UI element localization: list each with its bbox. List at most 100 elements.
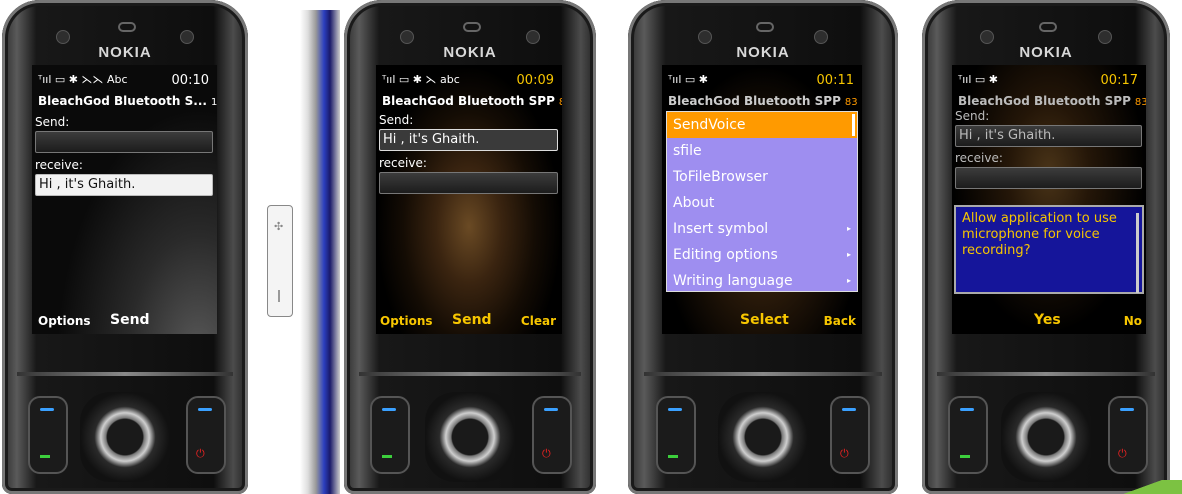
speaker-grille: [118, 22, 136, 32]
power-icon: ⏻: [196, 447, 205, 460]
side-edge-strip: [300, 10, 340, 494]
app-title: BleachGod Bluetooth SPP83: [382, 94, 562, 108]
app-title: BleachGod Bluetooth S...100: [38, 94, 217, 108]
side-view-key: ✣: [267, 205, 293, 317]
side-key-slot: [278, 290, 280, 302]
front-camera-icon: [980, 30, 994, 44]
submenu-arrow-icon: ▸: [846, 250, 851, 259]
end-key-led: [842, 408, 856, 411]
clock: 00:10: [171, 73, 209, 88]
menu-item-about[interactable]: About: [667, 190, 857, 216]
send-input[interactable]: Hi , it's Ghaith.: [379, 129, 558, 151]
call-key[interactable]: [370, 396, 410, 474]
keypad: ⏻: [922, 384, 1170, 484]
submenu-arrow-icon: ▸: [846, 276, 851, 285]
power-icon: ⏻: [1118, 447, 1127, 460]
dialog-scrollbar[interactable]: [1136, 213, 1139, 293]
keypad: ⏻: [2, 384, 248, 484]
navigation-key[interactable]: [80, 392, 170, 482]
power-icon: ⏻: [542, 447, 551, 460]
phone-4: NOKIA ᵀııl ▭ ✱ 00:17 BleachGod Bluetooth…: [922, 0, 1170, 494]
receive-label: receive:: [379, 156, 427, 170]
navigation-key[interactable]: [718, 392, 808, 482]
softkey-options[interactable]: Options: [380, 314, 433, 328]
speaker-grille: [756, 22, 774, 32]
call-icon: [40, 455, 50, 458]
status-icons: ᵀııl ▭ ✱: [668, 73, 709, 86]
menu-item-label: ToFileBrowser: [673, 169, 768, 185]
status-icons: ᵀııl ▭ ✱ ⋋ abc: [382, 73, 460, 86]
app-title-text: BleachGod Bluetooth SPP: [958, 94, 1131, 108]
end-key[interactable]: ⏻: [186, 396, 226, 474]
menu-item-tofilebrowser[interactable]: ToFileBrowser: [667, 164, 857, 190]
end-key[interactable]: ⏻: [830, 396, 870, 474]
front-camera-icon: [400, 30, 414, 44]
send-label: Send:: [379, 113, 414, 127]
menu-item-label: Editing options: [673, 247, 778, 263]
light-sensor-icon: [814, 30, 828, 44]
softkey-options[interactable]: Options: [38, 314, 91, 328]
end-key[interactable]: ⏻: [532, 396, 572, 474]
send-label: Send:: [955, 109, 990, 123]
menu-item-label: About: [673, 195, 715, 211]
send-input[interactable]: Hi , it's Ghaith.: [955, 125, 1142, 147]
receive-field[interactable]: [379, 172, 558, 194]
app-title: BleachGod Bluetooth SPP83: [958, 94, 1146, 108]
side-key-icon: ✣: [274, 220, 284, 233]
options-menu: SendVoice sfile ToFileBrowser About Inse…: [666, 111, 858, 292]
screen: ᵀııl ▭ ✱ 00:11 BleachGod Bluetooth SPP 83…: [662, 65, 862, 334]
call-key-led: [668, 408, 682, 411]
permission-dialog: Allow application to use microphone for …: [954, 205, 1144, 294]
status-bar: ᵀııl ▭ ✱ ⋋⋋ Abc 00:10: [32, 73, 217, 89]
status-bar: ᵀııl ▭ ✱ 00:17: [952, 73, 1146, 89]
softkey-select[interactable]: Select: [740, 312, 789, 328]
call-key[interactable]: [948, 396, 988, 474]
clock: 00:17: [1100, 73, 1138, 88]
menu-item-sendvoice[interactable]: SendVoice: [667, 112, 857, 138]
screen: ᵀııl ▭ ✱ ⋋ abc 00:09 BleachGod Bluetooth…: [376, 65, 562, 334]
phone-1: NOKIA ᵀııl ▭ ✱ ⋋⋋ Abc 00:10 BleachGod Bl…: [2, 0, 248, 494]
char-counter: 100: [210, 97, 217, 108]
end-key-led: [198, 408, 212, 411]
brand-logo: NOKIA: [736, 44, 790, 61]
send-label: Send:: [35, 115, 70, 129]
end-key[interactable]: ⏻: [1108, 396, 1148, 474]
receive-field[interactable]: [955, 167, 1142, 189]
submenu-arrow-icon: ▸: [846, 224, 851, 233]
char-counter: 83: [844, 97, 858, 108]
screen: ᵀııl ▭ ✱ 00:17 BleachGod Bluetooth SPP 83…: [952, 65, 1146, 334]
softkey-send[interactable]: Send: [110, 312, 150, 328]
status-icons: ᵀııl ▭ ✱: [958, 73, 999, 86]
menu-item-writing-language[interactable]: Writing language ▸: [667, 268, 857, 294]
navigation-key[interactable]: [425, 392, 515, 482]
app-title: BleachGod Bluetooth SPP83: [668, 94, 858, 108]
status-bar: ᵀııl ▭ ✱ ⋋ abc 00:09: [376, 73, 562, 89]
call-key-led: [960, 408, 974, 411]
navigation-key[interactable]: [1001, 392, 1091, 482]
menu-item-label: Writing language: [673, 273, 793, 289]
softkey-no[interactable]: No: [1124, 314, 1142, 328]
receive-field[interactable]: Hi , it's Ghaith.: [35, 174, 213, 196]
phone-3: NOKIA ᵀııl ▭ ✱ 00:11 BleachGod Bluetooth…: [628, 0, 898, 494]
menu-item-editing-options[interactable]: Editing options ▸: [667, 242, 857, 268]
send-input[interactable]: [35, 131, 213, 153]
speaker-grille: [1039, 22, 1057, 32]
front-camera-icon: [698, 30, 712, 44]
app-title-text: BleachGod Bluetooth SPP: [668, 94, 841, 108]
softkey-send[interactable]: Send: [452, 312, 492, 328]
app-title-text: BleachGod Bluetooth S...: [38, 94, 207, 108]
receive-label: receive:: [955, 151, 1003, 165]
softkey-back[interactable]: Back: [824, 314, 856, 328]
menu-scrollbar[interactable]: [852, 114, 855, 136]
end-key-led: [1120, 408, 1134, 411]
softkey-clear[interactable]: Clear: [521, 314, 556, 328]
menu-item-insert-symbol[interactable]: Insert symbol ▸: [667, 216, 857, 242]
brand-logo: NOKIA: [1019, 44, 1073, 61]
speaker-grille: [463, 22, 481, 32]
end-key-led: [544, 408, 558, 411]
menu-item-label: SendVoice: [673, 117, 746, 133]
softkey-yes[interactable]: Yes: [1034, 312, 1061, 328]
call-key[interactable]: [28, 396, 68, 474]
call-key[interactable]: [656, 396, 696, 474]
menu-item-sfile[interactable]: sfile: [667, 138, 857, 164]
